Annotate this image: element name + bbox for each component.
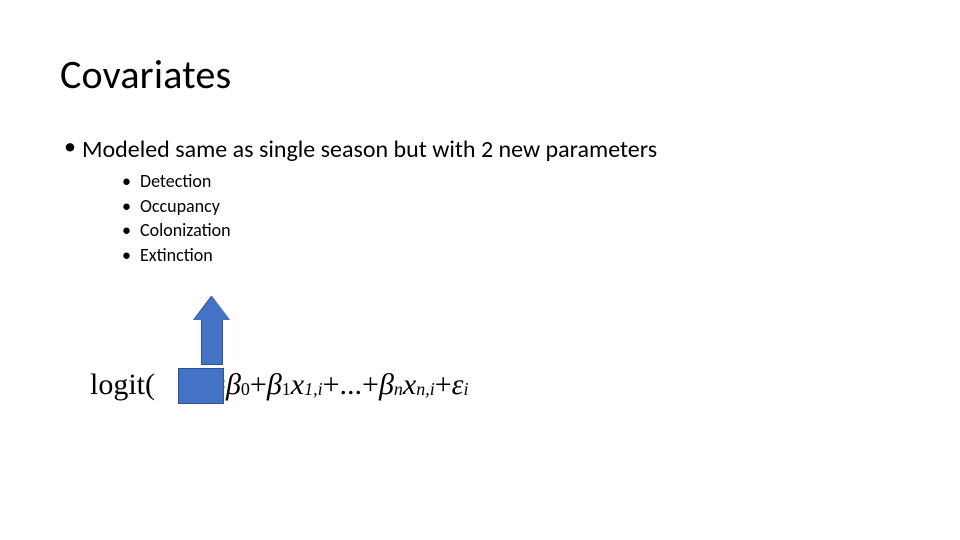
- eq-lpar: (: [145, 368, 155, 402]
- eq-x1: x: [291, 368, 304, 402]
- eq-eps-sub: i: [464, 379, 469, 400]
- argument-highlight-box: [178, 368, 224, 404]
- eq-x1-sub: 1,i: [304, 379, 323, 400]
- up-arrow-icon: [194, 296, 230, 364]
- sub-bullet-group: Detection Occupancy Colonization Extinct…: [122, 170, 900, 266]
- eq-xn: x: [403, 368, 416, 402]
- slide-title: Covariates: [60, 50, 900, 99]
- logit-equation: logit ( ) = β0 + β1 x1,i + ... + βn xn,i…: [90, 368, 469, 402]
- eq-plus2: +: [323, 368, 340, 402]
- eq-beta0: β: [226, 368, 241, 402]
- sub-bullet-extinction: Extinction: [122, 244, 900, 267]
- sub-bullet-detection: Detection: [122, 170, 900, 193]
- sub-bullet-colonization: Colonization: [122, 219, 900, 242]
- eq-betan-sub: n: [394, 379, 403, 400]
- eq-beta1: β: [267, 368, 282, 402]
- sub-bullet-occupancy: Occupancy: [122, 195, 900, 218]
- eq-xn-sub: n,i: [416, 379, 435, 400]
- eq-dots: ...: [340, 368, 363, 402]
- eq-plus3: +: [362, 368, 379, 402]
- eq-beta1-sub: 1: [282, 379, 291, 400]
- eq-eps: ε: [452, 368, 464, 402]
- eq-func: logit: [90, 368, 145, 402]
- eq-beta0-sub: 0: [241, 379, 250, 400]
- slide: Covariates Modeled same as single season…: [0, 0, 960, 540]
- eq-plus1: +: [250, 368, 267, 402]
- eq-plus4: +: [435, 368, 452, 402]
- bullet-level1: Modeled same as single season but with 2…: [60, 135, 900, 164]
- eq-betan: β: [379, 368, 394, 402]
